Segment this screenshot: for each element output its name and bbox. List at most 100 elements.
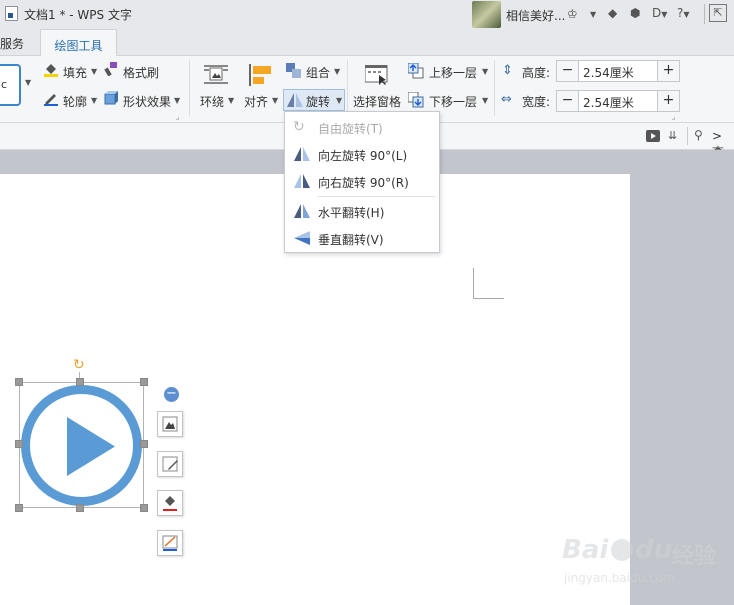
width-spinbox[interactable]: − 2.54厘米 + (556, 90, 680, 112)
style-gallery-expand-icon[interactable]: ▼ (25, 78, 35, 92)
divider (687, 127, 688, 145)
dialog-launcher-icon[interactable]: ⌟ (176, 113, 179, 121)
outline-pen-icon (162, 535, 178, 551)
rotate-left-icon (294, 147, 310, 161)
free-rotate-icon: ↻ (293, 119, 305, 135)
collapse-ribbon-button[interactable]: ⇱ (709, 4, 727, 22)
height-label: 高度: (522, 66, 551, 80)
play-button-shape[interactable] (20, 384, 143, 507)
search-icon[interactable]: ⚲ (694, 128, 703, 142)
baidu-jingyan-watermark: Bai du 经验 jingyan.baidu.com (562, 535, 717, 585)
play-icon[interactable] (646, 130, 660, 142)
title-bar: 文档1 * - WPS 文字 相信美好... ♔ ▼ ◆ ⬢ D▼ ?▼ ⇱ (0, 0, 734, 29)
shape-style-preview[interactable]: c (0, 64, 21, 106)
download-icon[interactable]: D▼ (652, 6, 667, 20)
collapse-tools-icon[interactable]: − (164, 387, 179, 402)
send-backward-icon (407, 91, 424, 108)
align-dropdown-icon[interactable]: ▼ (272, 96, 278, 105)
edit-shape-icon (162, 456, 178, 472)
rotate-button[interactable]: 旋转 ▼ (283, 89, 345, 111)
group-dropdown-icon[interactable]: ▼ (334, 67, 340, 76)
flip-horizontal-icon (294, 204, 310, 218)
height-spinbox[interactable]: − 2.54厘米 + (556, 60, 680, 82)
ribbon-divider (189, 60, 190, 116)
shape-effects-dropdown-icon[interactable]: ▼ (174, 96, 180, 105)
bring-forward-button[interactable]: 上移一层 (429, 64, 477, 81)
flip-vertical-icon (294, 231, 310, 245)
user-area[interactable]: 相信美好... ♔ ▼ (472, 1, 600, 28)
rotate-icon (287, 93, 303, 107)
wrap-text-icon (204, 65, 228, 85)
height-input[interactable]: 2.54厘米 (583, 64, 634, 81)
shape-effects-icon (104, 91, 118, 105)
rotate-menu: ↻ 自由旋转(T) 向左旋转 90°(L) 向右旋转 90°(R) 水平翻转(H… (284, 111, 440, 253)
document-icon (5, 6, 18, 21)
format-painter-button[interactable]: 格式刷 (123, 64, 159, 81)
menu-item-rotate-right[interactable]: 向右旋转 90°(R) (285, 168, 439, 194)
bring-forward-icon (407, 62, 424, 79)
send-backward-dropdown-icon[interactable]: ▼ (482, 96, 488, 105)
send-backward-button[interactable]: 下移一层 (429, 93, 477, 110)
format-painter-icon (104, 62, 118, 77)
wrap-layout-button[interactable] (157, 411, 183, 437)
wrap-dropdown-icon[interactable]: ▼ (228, 96, 234, 105)
settings-icon[interactable]: ⬢ (630, 6, 640, 20)
menu-item-free-rotate[interactable]: ↻ 自由旋转(T) (285, 114, 439, 140)
resize-handle-se[interactable] (140, 504, 148, 512)
wrap-layout-icon (162, 416, 178, 432)
crown-icon[interactable]: ♔ (567, 7, 578, 21)
height-increase-button[interactable]: + (657, 61, 679, 81)
paw-logo-icon (611, 539, 633, 561)
shape-style-button[interactable] (157, 451, 183, 477)
fill-button[interactable]: 填充 (63, 64, 87, 81)
resize-handle-n[interactable] (76, 378, 84, 386)
menu-item-rotate-left[interactable]: 向左旋转 90°(L) (285, 141, 439, 167)
group-icon (286, 63, 302, 79)
resize-handle-w[interactable] (15, 440, 23, 448)
selection-pane-button[interactable]: 选择窗格 (353, 93, 401, 110)
menu-divider (318, 196, 436, 197)
divider (704, 4, 705, 24)
resize-handle-nw[interactable] (15, 378, 23, 386)
ribbon-tabs: 云服务 绘图工具 (0, 29, 734, 57)
menu-item-flip-vertical[interactable]: 垂直翻转(V) (285, 225, 439, 251)
outline-button[interactable]: 轮廓 (63, 93, 87, 110)
window-title: 文档1 * - WPS 文字 (24, 8, 132, 22)
chevron-down-icon[interactable]: ▼ (590, 10, 596, 19)
height-icon: ⇕ (502, 63, 513, 78)
resize-handle-ne[interactable] (140, 378, 148, 386)
resize-handle-e[interactable] (140, 440, 148, 448)
help-icon[interactable]: ?▼ (677, 6, 690, 20)
width-decrease-button[interactable]: − (557, 91, 579, 111)
align-icon (249, 64, 273, 86)
rotate-handle-icon[interactable]: ↻ (73, 358, 87, 372)
username[interactable]: 相信美好... (506, 7, 565, 24)
avatar[interactable] (472, 1, 501, 28)
height-decrease-button[interactable]: − (557, 61, 579, 81)
fill-color-button[interactable] (157, 490, 183, 516)
menu-item-flip-horizontal[interactable]: 水平翻转(H) (285, 198, 439, 224)
outline-dropdown-icon[interactable]: ▼ (91, 96, 97, 105)
tab-cloud-service[interactable]: 云服务 (0, 35, 24, 52)
bring-forward-dropdown-icon[interactable]: ▼ (482, 67, 488, 76)
wrap-button[interactable]: 环绕 (200, 93, 224, 110)
rotate-dropdown-icon: ▼ (336, 96, 343, 105)
skin-icon[interactable]: ◆ (608, 6, 617, 20)
size-dialog-launcher-icon[interactable]: ⌟ (672, 113, 675, 121)
outline-color-button[interactable] (157, 530, 183, 556)
tab-drawing-tools[interactable]: 绘图工具 (40, 29, 117, 57)
outline-pen-icon (44, 92, 58, 106)
fill-dropdown-icon[interactable]: ▼ (91, 67, 97, 76)
width-input[interactable]: 2.54厘米 (583, 94, 634, 111)
sort-icon[interactable]: ⇊ (668, 129, 677, 142)
width-increase-button[interactable]: + (657, 91, 679, 111)
width-label: 宽度: (522, 95, 551, 109)
fill-bucket-icon (44, 63, 58, 77)
fill-bucket-icon (163, 496, 177, 511)
group-button[interactable]: 组合 (306, 64, 330, 81)
shape-effects-button[interactable]: 形状效果 (123, 93, 171, 110)
align-button[interactable]: 对齐 (244, 93, 268, 110)
resize-handle-sw[interactable] (15, 504, 23, 512)
resize-handle-s[interactable] (76, 504, 84, 512)
ribbon-divider (494, 60, 495, 116)
